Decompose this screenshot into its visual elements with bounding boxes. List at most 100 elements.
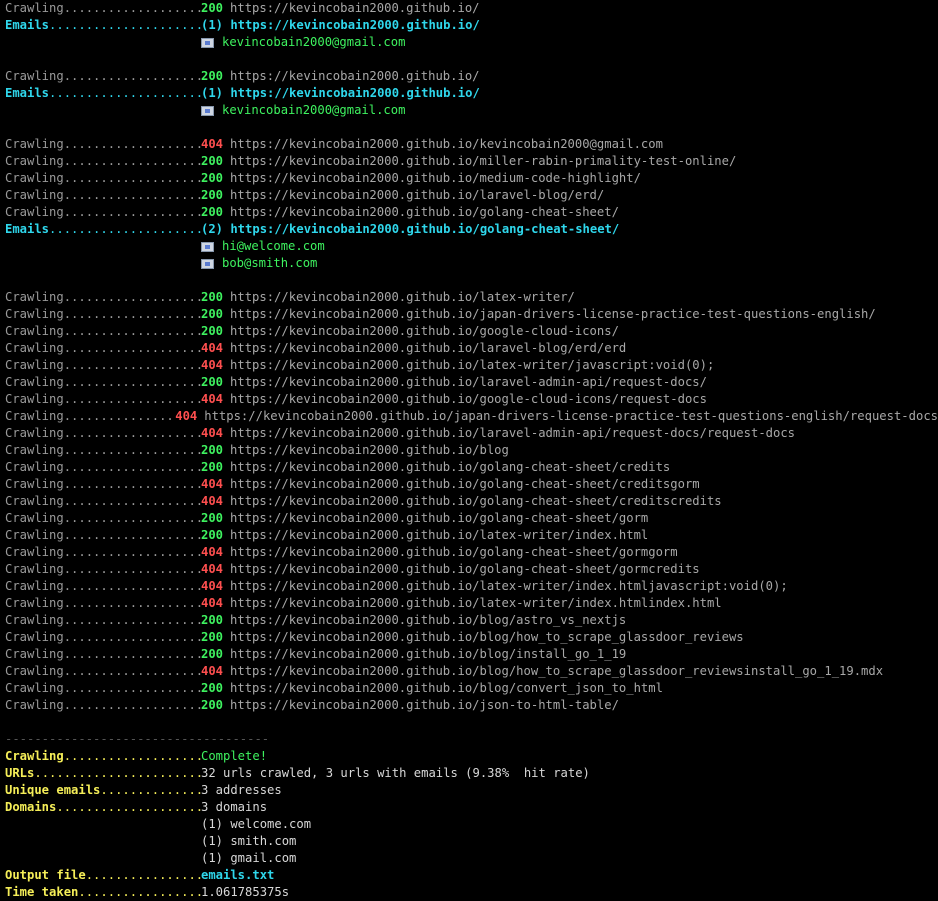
terminal-window[interactable]: Crawling................................… bbox=[0, 0, 938, 901]
summary-output-file-label-text: Output file bbox=[5, 868, 86, 882]
crawled-url: https://kevincobain2000.github.io/golang… bbox=[230, 545, 678, 559]
leader-dots: ........................................ bbox=[63, 1, 201, 15]
status-code: 200 bbox=[201, 630, 224, 644]
crawl-log-line: Crawling................................… bbox=[5, 391, 938, 408]
crawled-url: https://kevincobain2000.github.io/larave… bbox=[230, 426, 796, 440]
crawl-log-line: Crawling................................… bbox=[5, 646, 938, 663]
crawling-label: Crawling................................… bbox=[5, 561, 201, 578]
summary-urls: URLs....................................… bbox=[5, 765, 938, 782]
crawled-url: https://kevincobain2000.github.io/medium… bbox=[230, 171, 641, 185]
crawling-label-text: Crawling bbox=[5, 154, 64, 168]
crawling-label-text: Crawling bbox=[5, 290, 64, 304]
crawling-label: Crawling................................… bbox=[5, 425, 201, 442]
summary-crawling: Crawling................................… bbox=[5, 748, 938, 765]
summary-time-taken-label-text: Time taken bbox=[5, 885, 79, 899]
summary-unique-emails: Unique emails...........................… bbox=[5, 782, 938, 799]
separator-line: ------------------------------------ bbox=[5, 732, 270, 746]
emails-source-url: (2) https://kevincobain2000.github.io/go… bbox=[201, 222, 620, 236]
summary-domains-label: Domains.................................… bbox=[5, 799, 201, 816]
crawl-log-line: Crawling................................… bbox=[5, 136, 938, 153]
status-code: 200 bbox=[201, 681, 224, 695]
leader-dots: ........................................ bbox=[63, 69, 201, 83]
summary-domains-label-text: Domains bbox=[5, 800, 57, 814]
crawled-url: https://kevincobain2000.github.io/golang… bbox=[230, 562, 700, 576]
email-address: hi@welcome.com bbox=[222, 239, 325, 253]
status-code: 404 bbox=[201, 664, 224, 678]
crawled-url: https://kevincobain2000.github.io/latex-… bbox=[230, 290, 575, 304]
crawling-label: Crawling................................… bbox=[5, 629, 201, 646]
email-address-line: bob@smith.com bbox=[5, 255, 938, 272]
leader-dots: ........................................ bbox=[63, 630, 201, 644]
crawled-url: https://kevincobain2000.github.io/blog/i… bbox=[230, 647, 627, 661]
leader-dots: ........................................ bbox=[63, 511, 201, 525]
crawling-label: Crawling................................… bbox=[5, 408, 175, 425]
crawl-log-line: Crawling................................… bbox=[5, 153, 938, 170]
crawl-log-line: Crawling................................… bbox=[5, 476, 938, 493]
crawled-url: https://kevincobain2000.github.io/kevinc… bbox=[230, 137, 663, 151]
crawling-label-text: Crawling bbox=[5, 1, 64, 15]
emails-header-line: Emails..................................… bbox=[5, 17, 938, 34]
crawling-label: Crawling................................… bbox=[5, 646, 201, 663]
crawling-label-text: Crawling bbox=[5, 647, 64, 661]
crawling-label-text: Crawling bbox=[5, 596, 64, 610]
summary-unique-emails-value: 3 addresses bbox=[201, 783, 282, 797]
crawl-log-line: Crawling................................… bbox=[5, 561, 938, 578]
status-code: 404 bbox=[201, 392, 224, 406]
crawl-log-line: Crawling................................… bbox=[5, 408, 938, 425]
crawl-log-line: Crawling................................… bbox=[5, 612, 938, 629]
domain-name: (1) welcome.com bbox=[201, 817, 312, 831]
summary-urls-value: 32 urls crawled, 3 urls with emails (9.3… bbox=[201, 766, 590, 780]
crawled-url: https://kevincobain2000.github.io/larave… bbox=[230, 375, 707, 389]
crawling-label-text: Crawling bbox=[5, 137, 64, 151]
crawling-label-text: Crawling bbox=[5, 358, 64, 372]
crawl-log-line: Crawling................................… bbox=[5, 680, 938, 697]
crawling-label: Crawling................................… bbox=[5, 459, 201, 476]
crawling-label: Crawling................................… bbox=[5, 136, 201, 153]
crawling-label: Crawling................................… bbox=[5, 476, 201, 493]
leader-dots: ........................................ bbox=[63, 596, 201, 610]
leader-dots: ........................................ bbox=[63, 647, 201, 661]
leader-dots: ........................................ bbox=[63, 698, 201, 712]
leader-dots: ........................................ bbox=[63, 443, 201, 457]
crawled-url: https://kevincobain2000.github.io/japan-… bbox=[230, 307, 876, 321]
status-code: 404 bbox=[201, 426, 224, 440]
leader-dots: ........................................ bbox=[63, 528, 201, 542]
crawling-label: Crawling................................… bbox=[5, 680, 201, 697]
summary-urls-label: URLs....................................… bbox=[5, 765, 201, 782]
emails-header-line: Emails..................................… bbox=[5, 85, 938, 102]
crawled-url: https://kevincobain2000.github.io/golang… bbox=[230, 460, 671, 474]
status-code: 200 bbox=[201, 698, 224, 712]
crawl-log-line: Crawling................................… bbox=[5, 510, 938, 527]
status-code: 404 bbox=[175, 409, 198, 423]
status-code: 200 bbox=[201, 154, 224, 168]
status-code: 404 bbox=[201, 545, 224, 559]
envelope-icon bbox=[201, 241, 214, 252]
leader-dots: ........................................ bbox=[63, 749, 201, 763]
crawling-label: Crawling................................… bbox=[5, 153, 201, 170]
emails-label: Emails..................................… bbox=[5, 85, 201, 102]
envelope-icon bbox=[201, 258, 214, 269]
crawl-log-line: Crawling................................… bbox=[5, 544, 938, 561]
crawl-log-line: Crawling................................… bbox=[5, 204, 938, 221]
crawled-url: https://kevincobain2000.github.io/json-t… bbox=[230, 698, 619, 712]
crawling-label: Crawling................................… bbox=[5, 697, 201, 714]
leader-dots: ........................................ bbox=[63, 392, 201, 406]
status-code: 200 bbox=[201, 188, 224, 202]
crawling-label-text: Crawling bbox=[5, 511, 64, 525]
summary-output-file-value: emails.txt bbox=[201, 868, 275, 882]
crawling-label-text: Crawling bbox=[5, 630, 64, 644]
crawled-url: https://kevincobain2000.github.io/blog/a… bbox=[230, 613, 627, 627]
crawl-log-line: Crawling................................… bbox=[5, 289, 938, 306]
crawled-url: https://kevincobain2000.github.io/blog bbox=[230, 443, 509, 457]
crawl-log-line: Crawling................................… bbox=[5, 527, 938, 544]
status-code: 200 bbox=[201, 290, 224, 304]
leader-dots: ........................................ bbox=[49, 18, 201, 32]
status-code: 200 bbox=[201, 1, 224, 15]
crawling-label-text: Crawling bbox=[5, 528, 64, 542]
crawling-label: Crawling................................… bbox=[5, 374, 201, 391]
email-address-line: hi@welcome.com bbox=[5, 238, 938, 255]
leader-dots: ........................................ bbox=[63, 290, 201, 304]
crawling-label-text: Crawling bbox=[5, 426, 64, 440]
leader-dots: ........................................ bbox=[78, 885, 201, 899]
